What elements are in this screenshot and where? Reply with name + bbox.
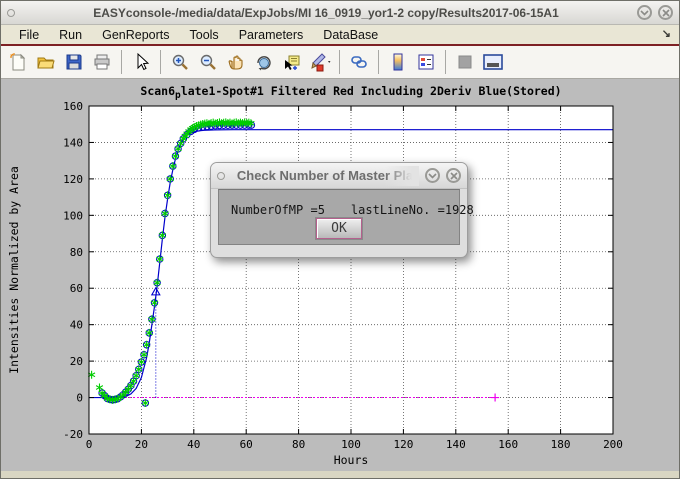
- dialog-close-button[interactable]: [446, 168, 461, 183]
- data-cursor-button[interactable]: [279, 49, 305, 75]
- svg-text:40: 40: [70, 319, 83, 332]
- menu-parameters[interactable]: Parameters: [229, 26, 314, 44]
- svg-text:120: 120: [393, 438, 413, 451]
- link-plots-icon: [349, 52, 369, 72]
- window-bottom-edge: [1, 471, 679, 477]
- ok-button[interactable]: OK: [316, 218, 362, 239]
- toolbar-separator: [445, 50, 446, 74]
- pan-tool-button[interactable]: [223, 49, 249, 75]
- disabled-tool-button: [452, 49, 478, 75]
- svg-text:100: 100: [341, 438, 361, 451]
- window-close-button[interactable]: [658, 5, 673, 20]
- insert-legend-icon: [416, 52, 436, 72]
- last-line-no-value: lastLineNo. =1928: [351, 203, 474, 217]
- menu-database[interactable]: DataBase: [313, 26, 388, 44]
- number-of-mp-value: NumberOfMP =5: [231, 203, 325, 217]
- svg-text:0: 0: [86, 438, 93, 451]
- menubar: File Run GenReports Tools Parameters Dat…: [1, 25, 679, 46]
- svg-text:-20: -20: [63, 428, 83, 441]
- svg-text:120: 120: [63, 173, 83, 186]
- save-button[interactable]: [61, 49, 87, 75]
- svg-text:Scan6plate1-Spot#1 Filtered Re: Scan6plate1-Spot#1 Filtered Red Includin…: [140, 84, 561, 101]
- chevron-down-icon: [428, 173, 437, 179]
- window-menu-icon[interactable]: [7, 9, 15, 17]
- zoom-in-button[interactable]: [167, 49, 193, 75]
- zoom-in-icon: [170, 52, 190, 72]
- colormap-icon: [388, 52, 408, 72]
- dialog-content: NumberOfMP =5lastLineNo. =1928 OK: [218, 189, 460, 245]
- toolbar-separator: [339, 50, 340, 74]
- svg-text:160: 160: [63, 100, 83, 113]
- rotate-3d-button[interactable]: [251, 49, 277, 75]
- figure-window-button[interactable]: [480, 49, 506, 75]
- window-title: EASYconsole-/media/data/ExpJobs/MI 16_09…: [15, 6, 637, 20]
- insert-colorbar-button[interactable]: [385, 49, 411, 75]
- window-titlebar: EASYconsole-/media/data/ExpJobs/MI 16_09…: [1, 1, 679, 25]
- menu-run[interactable]: Run: [49, 26, 92, 44]
- growth-curve-chart: 020406080100120140160180200-200204060801…: [1, 79, 680, 471]
- check-number-dialog: Check Number of Master Pla NumberOfMP =5…: [210, 162, 468, 258]
- menu-file[interactable]: File: [9, 26, 49, 44]
- app-window: EASYconsole-/media/data/ExpJobs/MI 16_09…: [0, 0, 680, 479]
- pan-hand-icon: [226, 52, 246, 72]
- dialog-menu-icon: [217, 172, 225, 180]
- brush-icon: [307, 52, 333, 72]
- menu-overflow-icon[interactable]: ↘: [662, 27, 671, 40]
- menu-tools[interactable]: Tools: [180, 26, 229, 44]
- figure-area: 020406080100120140160180200-200204060801…: [1, 79, 679, 471]
- dropdown-caret-icon: [328, 61, 331, 63]
- svg-text:140: 140: [63, 136, 83, 149]
- svg-text:60: 60: [70, 282, 83, 295]
- svg-text:100: 100: [63, 209, 83, 222]
- svg-text:60: 60: [240, 438, 253, 451]
- svg-text:20: 20: [70, 355, 83, 368]
- svg-text:Hours: Hours: [334, 453, 369, 467]
- zoom-out-icon: [198, 52, 218, 72]
- svg-text:Intensities Normalized by Area: Intensities Normalized by Area: [7, 166, 21, 374]
- chevron-down-icon: [640, 10, 649, 16]
- new-document-button[interactable]: [5, 49, 31, 75]
- pointer-tool-button[interactable]: [128, 49, 154, 75]
- menu-genreports[interactable]: GenReports: [92, 26, 179, 44]
- new-document-icon: [8, 52, 28, 72]
- print-button[interactable]: [89, 49, 115, 75]
- zoom-out-button[interactable]: [195, 49, 221, 75]
- pointer-icon: [131, 52, 151, 72]
- svg-text:80: 80: [292, 438, 305, 451]
- toolbar-separator: [121, 50, 122, 74]
- toolbar-separator: [378, 50, 379, 74]
- data-cursor-icon: [282, 52, 302, 72]
- svg-text:140: 140: [446, 438, 466, 451]
- svg-text:80: 80: [70, 246, 83, 259]
- svg-text:20: 20: [135, 438, 148, 451]
- svg-text:200: 200: [603, 438, 623, 451]
- close-icon: [450, 172, 458, 180]
- rotate-3d-icon: [254, 52, 274, 72]
- close-icon: [662, 9, 670, 17]
- link-plots-button[interactable]: [346, 49, 372, 75]
- toolbar-separator: [160, 50, 161, 74]
- toolbar: [1, 46, 679, 79]
- insert-legend-button[interactable]: [413, 49, 439, 75]
- print-icon: [92, 52, 112, 72]
- svg-text:160: 160: [498, 438, 518, 451]
- svg-text:180: 180: [551, 438, 571, 451]
- svg-text:0: 0: [76, 392, 83, 405]
- dialog-titlebar[interactable]: Check Number of Master Pla: [211, 163, 467, 189]
- window-shade-button[interactable]: [637, 5, 652, 20]
- open-file-button[interactable]: [33, 49, 59, 75]
- figure-window-icon: [482, 52, 504, 72]
- svg-text:40: 40: [187, 438, 200, 451]
- dialog-shade-button[interactable]: [425, 168, 440, 183]
- disabled-square-icon: [455, 52, 475, 72]
- brush-tool-button[interactable]: [307, 49, 333, 75]
- open-folder-icon: [36, 52, 56, 72]
- save-icon: [64, 52, 84, 72]
- dialog-title: Check Number of Master Pla: [225, 168, 425, 183]
